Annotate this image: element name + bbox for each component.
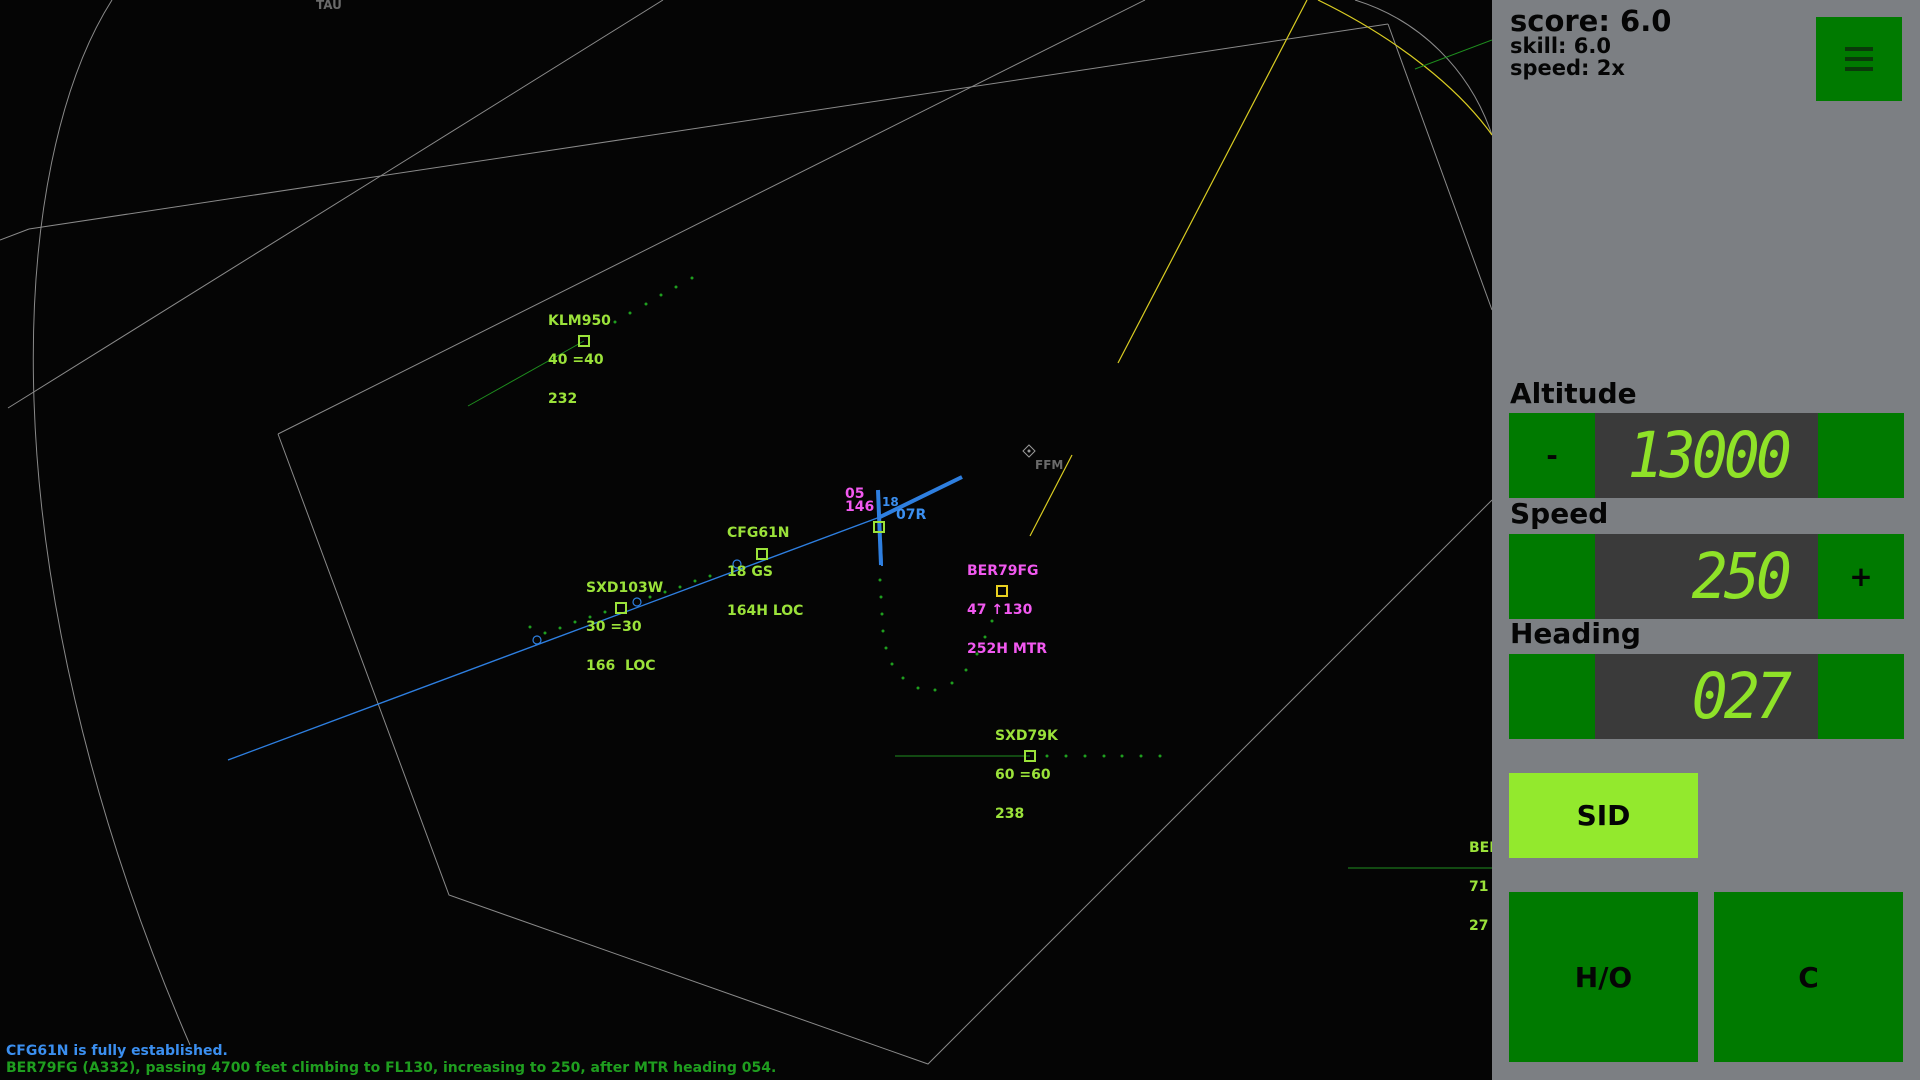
speed-line: 232 xyxy=(548,391,578,407)
message-line-2: BER79FG (A332), passing 4700 feet climbi… xyxy=(6,1060,777,1076)
speed-control: 250 + xyxy=(1509,534,1904,619)
speed-multiplier-text: speed: 2x xyxy=(1510,56,1625,80)
altitude-increase-button[interactable] xyxy=(1818,413,1904,498)
altitude-value: 13000 xyxy=(1627,419,1792,493)
heading-display: 027 xyxy=(1595,654,1818,739)
speed-decrease-button[interactable] xyxy=(1509,534,1595,619)
altitude-line: 60 =60 xyxy=(995,767,1051,783)
message-line-1: CFG61N is fully established. xyxy=(6,1043,228,1059)
speed-line: 164H LOC xyxy=(727,603,804,619)
fix-label-tau: TAU xyxy=(316,0,342,12)
ffm-vor-icon xyxy=(1022,444,1036,458)
callsign: CFG61N xyxy=(727,525,790,541)
datablock-sxd79k[interactable]: SXD79K 60 =60 238 xyxy=(995,704,1058,847)
tma-boundary xyxy=(277,0,1146,435)
range-ring-right xyxy=(1354,0,1492,136)
altitude-line: 47 ↑130 xyxy=(967,602,1033,618)
speed-line: 166 LOC xyxy=(586,658,656,674)
callsign: KLM950 xyxy=(548,313,611,329)
speed-value: 250 xyxy=(1691,540,1792,614)
runway-label-05-sub: 146 xyxy=(845,499,875,515)
speed-line: 252H MTR xyxy=(967,641,1048,657)
altitude-line: 71 xyxy=(1469,879,1489,895)
altitude-decrease-button[interactable]: - xyxy=(1509,413,1595,498)
score-text: score: 6.0 xyxy=(1510,4,1672,38)
altitude-line: 18 GS xyxy=(727,564,773,580)
fix-label-ffm: FFM xyxy=(1035,458,1064,472)
datablock-cfg61n[interactable]: CFG61N 18 GS 164H LOC xyxy=(727,501,803,644)
altitude-line: 40 =40 xyxy=(548,352,604,368)
callsign: BER79FG xyxy=(967,563,1039,579)
airspace-boundary-line xyxy=(0,228,30,241)
heading-value: 027 xyxy=(1691,660,1792,734)
skill-text: skill: 6.0 xyxy=(1510,34,1611,58)
heading-title: Heading xyxy=(1510,617,1641,650)
menu-button[interactable] xyxy=(1816,17,1902,101)
altitude-display: 13000 xyxy=(1595,413,1818,498)
ils-marker xyxy=(532,635,542,645)
clear-button[interactable]: C xyxy=(1714,892,1903,1062)
runway-label-18: 18 xyxy=(882,495,899,509)
callsign: SXD79K xyxy=(995,728,1058,744)
tma-boundary xyxy=(1387,23,1492,311)
speed-line: 27 xyxy=(1469,918,1489,934)
control-panel: score: 6.0 skill: 6.0 speed: 2x Altitude… xyxy=(1492,0,1920,1080)
radar-scope[interactable]: TAU FFM 07R 18 05 146 KLM950 40 =40 232 … xyxy=(0,0,1492,1080)
range-ring xyxy=(32,0,191,1046)
speed-title: Speed xyxy=(1510,497,1609,530)
altitude-title: Altitude xyxy=(1510,377,1637,410)
callsign: BER xyxy=(1469,840,1492,856)
runway-label-07r: 07R xyxy=(896,507,927,523)
departure-route xyxy=(1117,0,1308,364)
altitude-line: 30 =30 xyxy=(586,619,642,635)
heading-control: 027 xyxy=(1509,654,1904,739)
departure-route-arc xyxy=(1317,0,1492,136)
speed-line: 238 xyxy=(995,806,1025,822)
datablock-klm950[interactable]: KLM950 40 =40 232 xyxy=(548,289,611,432)
altitude-control: - 13000 xyxy=(1509,413,1904,498)
runway-18-ext xyxy=(880,539,883,567)
top-right-vector xyxy=(1414,39,1492,70)
datablock-ber-offscreen[interactable]: BER 71 27 xyxy=(1469,816,1492,959)
datablock-sxd103w[interactable]: SXD103W 30 =30 166 LOC xyxy=(586,556,663,699)
heading-right-button[interactable] xyxy=(1818,654,1904,739)
speed-increase-button[interactable]: + xyxy=(1818,534,1904,619)
hamburger-menu-icon xyxy=(1845,47,1873,71)
speed-display: 250 xyxy=(1595,534,1818,619)
heading-left-button[interactable] xyxy=(1509,654,1595,739)
datablock-ber79fg[interactable]: BER79FG 47 ↑130 252H MTR xyxy=(967,539,1047,682)
callsign: SXD103W xyxy=(586,580,664,596)
sid-button[interactable]: SID xyxy=(1509,773,1698,858)
airspace-boundary-line xyxy=(28,23,1389,230)
handoff-button[interactable]: H/O xyxy=(1509,892,1698,1062)
